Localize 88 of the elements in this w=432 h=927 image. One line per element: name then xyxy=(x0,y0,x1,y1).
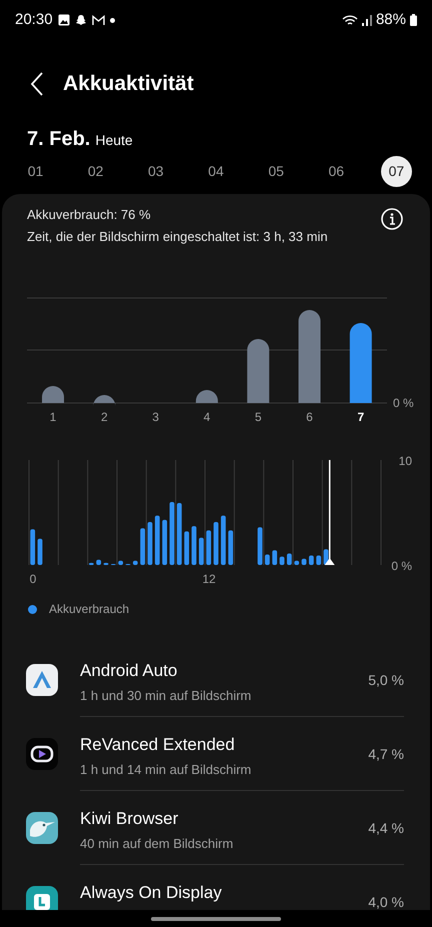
hour-bar xyxy=(96,560,102,565)
app-name: Android Auto xyxy=(80,660,178,682)
x-tick-label: 0 xyxy=(30,572,36,586)
date-tab[interactable]: 03 xyxy=(140,156,172,186)
app-name: Always On Display xyxy=(80,882,223,904)
info-button[interactable] xyxy=(380,207,404,231)
hour-bar xyxy=(118,560,124,565)
hour-bar xyxy=(30,529,36,565)
hour-bar xyxy=(228,530,234,565)
hour-bar xyxy=(264,554,270,565)
triangle-app-icon xyxy=(26,664,58,696)
x-tick-label: 12 xyxy=(202,572,216,586)
clock-app-icon xyxy=(26,886,58,910)
day-label: 6 xyxy=(306,410,313,424)
day-label: 1 xyxy=(50,410,56,424)
day-label: 3 xyxy=(152,410,159,424)
app-screen-time: 40 min auf dem Bildschirm xyxy=(80,834,234,852)
y-tick-label: 10 xyxy=(398,454,412,468)
app-usage-percent: 5,0 % xyxy=(368,671,404,690)
hour-bar xyxy=(316,556,322,565)
date-tab[interactable]: 01 xyxy=(20,156,51,186)
day-bar xyxy=(247,339,270,403)
hour-bar xyxy=(220,516,226,565)
status-time: 20:30 xyxy=(15,10,53,30)
screen-time-text: Zeit, die der Bildschirm eingeschaltet ist: 3 h, 33 min xyxy=(27,228,328,246)
app-row[interactable]: Android Auto 1 h und 30 min auf Bildschirm 5,0 % xyxy=(2,643,430,717)
play-app-icon xyxy=(26,738,58,770)
hour-bar xyxy=(162,520,168,565)
app-usage-percent: 4,4 % xyxy=(368,819,404,838)
ghost-icon xyxy=(74,14,87,26)
day-bar xyxy=(93,395,116,406)
day-bar xyxy=(196,390,218,403)
app-screen-time: 1 h und 14 min auf Bildschirm xyxy=(80,760,252,778)
image-icon xyxy=(58,14,70,26)
app-screen-time: 1 h und 30 min auf Bildschirm xyxy=(80,686,252,704)
app-usage-percent: 4,0 % xyxy=(368,893,404,910)
day-label: 7 xyxy=(357,410,364,424)
hour-bar xyxy=(280,556,284,565)
day-bar xyxy=(42,386,64,403)
date-tab[interactable]: 06 xyxy=(320,156,352,186)
info-icon xyxy=(381,208,403,230)
hour-bar xyxy=(294,560,300,565)
hour-bar xyxy=(214,522,218,565)
date-tab[interactable]: 02 xyxy=(80,156,112,186)
hour-bar xyxy=(206,530,212,565)
date-tab[interactable]: 04 xyxy=(200,156,232,186)
hour-bar xyxy=(302,558,306,565)
hour-bar xyxy=(308,556,314,565)
signal-icon xyxy=(362,14,372,26)
app-usage-percent: 4,7 % xyxy=(368,745,404,764)
dot-icon xyxy=(110,18,115,22)
date-tab[interactable]: 05 xyxy=(260,156,292,186)
hour-bar xyxy=(258,527,262,565)
axis-label: 0 % xyxy=(393,396,414,410)
wifi-icon xyxy=(342,14,358,26)
battery-icon xyxy=(410,14,417,26)
legend-label: Akkuverbrauch xyxy=(49,601,130,618)
hour-bar xyxy=(272,550,278,565)
hour-bar xyxy=(88,562,94,565)
mail-icon xyxy=(92,14,105,26)
day-label: 2 xyxy=(100,410,108,424)
app-row[interactable]: ReVanced Extended 1 h und 14 min auf Bildschirm 4,7 % xyxy=(2,717,430,791)
hour-bar xyxy=(192,526,196,565)
day-label: 5 xyxy=(254,410,262,424)
battery-usage-text: Akkuverbrauch: 76 % xyxy=(27,206,152,224)
day-label: 4 xyxy=(204,410,210,424)
app-name: ReVanced Extended xyxy=(80,734,236,756)
hour-bar xyxy=(198,538,204,565)
bird-app-icon xyxy=(26,812,58,844)
page-title: Akkuaktivität xyxy=(63,71,194,98)
hour-bar xyxy=(104,562,108,565)
app-row[interactable]: Kiwi Browser 40 min auf dem Bildschirm 4,4 % xyxy=(2,791,430,865)
hour-bar xyxy=(148,522,152,565)
hour-bar xyxy=(38,538,42,565)
date-heading: 7. Feb. xyxy=(27,127,90,152)
hour-bar xyxy=(184,531,190,565)
hour-bar xyxy=(154,516,160,565)
hour-bar xyxy=(170,502,174,565)
date-label: Heute xyxy=(95,131,133,150)
hour-bar xyxy=(176,503,182,565)
y-tick-label: 0 % xyxy=(391,559,412,573)
app-name: Kiwi Browser xyxy=(80,808,180,830)
back-icon xyxy=(30,72,42,96)
date-tab[interactable]: 07 xyxy=(380,156,412,186)
battery-percent: 88% xyxy=(376,10,406,30)
hour-bar xyxy=(132,560,138,565)
hour-bar xyxy=(286,553,292,565)
hour-bar xyxy=(140,528,146,565)
